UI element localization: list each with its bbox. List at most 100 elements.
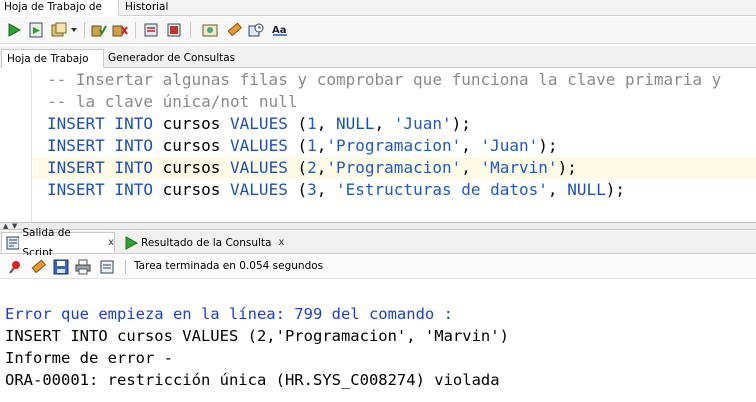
commit-button[interactable] <box>89 20 109 40</box>
document-tab-bar: Hoja de Trabajo de SQL Historial <box>0 0 756 28</box>
code-token: , <box>374 114 394 133</box>
tab-history[interactable]: Historial <box>121 0 172 16</box>
task-status-text: Tarea terminada en 0.054 segundos <box>134 260 324 272</box>
tab-query-builder[interactable]: Generador de Consultas <box>103 49 240 68</box>
code-token: 'Programacion' <box>326 158 462 177</box>
run-icon <box>125 235 138 250</box>
autotrace-button[interactable] <box>49 20 69 40</box>
format-button[interactable]: Aa <box>270 20 290 40</box>
code-token: ); <box>557 158 577 177</box>
code-token: 'Programacion' <box>326 136 462 155</box>
save-icon <box>53 259 69 275</box>
pin-icon <box>9 261 20 274</box>
error-location-line: Error que empieza en la línea: 799 del c… <box>5 305 453 323</box>
code-line-4[interactable]: INSERT INTO cursos VALUES (1,'Programaci… <box>47 135 558 157</box>
open-file-icon <box>100 260 114 274</box>
code-token: 3 <box>307 180 317 199</box>
code-line-6[interactable]: INSERT INTO cursos VALUES (3, 'Estructur… <box>47 179 625 201</box>
autotrace-dropdown[interactable] <box>68 20 80 40</box>
chevron-down-icon <box>71 28 77 32</box>
code-line-2[interactable]: -- la clave única/not null <box>47 91 297 113</box>
close-icon[interactable]: x <box>278 233 284 253</box>
autotrace-icon <box>51 22 67 37</box>
code-token: -- la clave única/not null <box>47 92 298 111</box>
script-output-panel: Error que empieza en la línea: 799 del c… <box>0 280 756 402</box>
worksheet-subtab-bar: Hoja de Trabajo Generador de Consultas <box>0 46 756 68</box>
code-token: ); <box>538 136 558 155</box>
code-token: , <box>316 158 327 177</box>
collapse-down-icon[interactable]: ▼ <box>12 222 17 230</box>
code-token: NULL <box>336 114 375 133</box>
code-token: ( <box>287 180 308 199</box>
code-token: VALUES <box>230 180 288 199</box>
open-file-button[interactable] <box>98 258 116 276</box>
save-output-button[interactable] <box>52 258 70 276</box>
worksheet-toolbar: Aa <box>0 17 756 44</box>
code-token: cursos <box>152 158 231 177</box>
print-icon <box>75 259 91 275</box>
code-token: INSERT INTO <box>47 180 153 199</box>
collapse-up-icon[interactable]: ▲ <box>3 222 8 230</box>
history-icon <box>248 23 264 37</box>
output-toolbar: Tarea terminada en 0.054 segundos <box>0 255 756 279</box>
tab-query-result[interactable]: Resultado de la Consulta x <box>120 232 284 253</box>
code-token: VALUES <box>230 136 288 155</box>
rollback-icon <box>112 25 128 37</box>
clear-output-button[interactable] <box>29 258 47 276</box>
code-token: VALUES <box>230 114 288 133</box>
code-token: , <box>316 114 336 133</box>
code-token: ( <box>287 136 308 155</box>
code-token: cursos <box>152 114 231 133</box>
code-token: VALUES <box>230 158 288 177</box>
sql-tuning-advisor-button[interactable] <box>200 20 220 40</box>
code-token: ); <box>605 180 625 199</box>
run-script-icon <box>29 22 43 38</box>
sql-editor[interactable]: -- Insertar algunas filas y comprobar qu… <box>0 68 756 222</box>
tab-script-output[interactable]: Salida de Script x <box>1 227 115 259</box>
code-token: , <box>316 136 327 155</box>
code-token: ); <box>451 114 471 133</box>
sql-tuning-icon <box>167 23 181 37</box>
eraser-icon <box>31 259 46 274</box>
code-token: -- Insertar algunas filas y comprobar qu… <box>47 70 722 89</box>
code-token: 1 <box>307 136 317 155</box>
code-token: 1 <box>307 114 317 133</box>
code-token: 'Estructuras de datos' <box>336 180 548 199</box>
code-token: 2 <box>307 158 317 177</box>
failed-statement-line: INSERT INTO cursos VALUES (2,'Programaci… <box>5 327 509 345</box>
code-token: 'Juan' <box>480 136 539 155</box>
rollback-button[interactable] <box>110 20 130 40</box>
code-token: , <box>316 180 336 199</box>
run-statement-button[interactable] <box>4 20 24 40</box>
code-token: INSERT INTO <box>47 158 153 177</box>
line-gutter <box>0 68 32 222</box>
run-statement-icon <box>8 23 22 37</box>
explain-plan-icon <box>144 23 158 37</box>
code-line-3[interactable]: INSERT INTO cursos VALUES (1, NULL, 'Jua… <box>47 113 471 135</box>
format-icon: Aa <box>272 25 287 36</box>
code-token: ( <box>287 114 308 133</box>
tab-query-result-label: Resultado de la Consulta <box>141 236 272 249</box>
close-icon[interactable]: x <box>108 233 114 253</box>
sql-tuning-button[interactable] <box>164 20 184 40</box>
tab-sql-worksheet[interactable]: Hoja de Trabajo de SQL <box>0 0 119 28</box>
code-token: , <box>461 158 481 177</box>
ora-error-message: ORA-00001: restricción única (HR.SYS_C00… <box>5 371 500 389</box>
code-token: INSERT INTO <box>47 114 153 133</box>
history-button[interactable] <box>246 20 266 40</box>
panel-splitter[interactable]: ▲ ▼ <box>0 222 756 230</box>
code-line-5[interactable]: INSERT INTO cursos VALUES (2,'Programaci… <box>47 157 577 179</box>
eraser-icon <box>227 22 242 37</box>
clear-button[interactable] <box>224 20 244 40</box>
explain-plan-button[interactable] <box>141 20 161 40</box>
code-line-1[interactable]: -- Insertar algunas filas y comprobar qu… <box>47 69 721 91</box>
print-button[interactable] <box>74 258 92 276</box>
code-token: cursos <box>152 136 231 155</box>
pin-button[interactable] <box>6 258 24 276</box>
error-report-line: Informe de error - <box>5 349 173 367</box>
tab-worksheet[interactable]: Hoja de Trabajo <box>1 49 104 68</box>
code-token: cursos <box>152 180 231 199</box>
code-token: INSERT INTO <box>47 136 153 155</box>
code-token: ( <box>287 158 308 177</box>
run-script-button[interactable] <box>26 20 46 40</box>
